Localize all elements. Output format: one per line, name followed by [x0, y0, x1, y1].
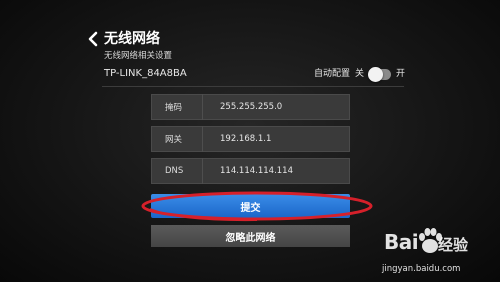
divider [102, 86, 404, 87]
back-chevron-icon[interactable] [86, 31, 100, 47]
network-ssid: TP-LINK_84A8BA [104, 68, 187, 79]
dns-value[interactable]: 114.114.114.114 [203, 166, 293, 176]
toggle-knob [368, 66, 384, 82]
baidu-jingyan-watermark: Bai 经验 jingyan.baidu.com [360, 226, 500, 282]
gateway-field[interactable]: 网关 192.168.1.1 [151, 126, 350, 152]
field-label: 网关 [165, 135, 183, 145]
field-label: DNS [165, 166, 184, 176]
watermark-brand: Bai [384, 230, 419, 254]
watermark-brand-left: Bai [384, 230, 419, 254]
forget-network-button[interactable]: 忽略此网络 [151, 225, 350, 247]
toggle-on-label: 开 [396, 69, 406, 79]
auto-config-label: 自动配置 [314, 69, 351, 79]
subnet-mask-field[interactable]: 掩码 255.255.255.0 [151, 94, 350, 120]
page-title: 无线网络 [104, 31, 160, 47]
submit-button[interactable]: 提交 [151, 194, 350, 218]
field-label: 掩码 [165, 103, 183, 113]
auto-config-toggle[interactable] [368, 66, 392, 82]
watermark-brand-right: 经验 [438, 236, 469, 254]
auto-config-row: 自动配置 关 开 [314, 66, 406, 82]
page-subtitle: 无线网络相关设置 [104, 51, 173, 61]
gateway-value[interactable]: 192.168.1.1 [203, 134, 271, 144]
dns-field[interactable]: DNS 114.114.114.114 [151, 158, 350, 184]
watermark-url: jingyan.baidu.com [382, 264, 461, 274]
toggle-off-label: 关 [355, 69, 365, 79]
subnet-mask-value[interactable]: 255.255.255.0 [203, 102, 282, 112]
